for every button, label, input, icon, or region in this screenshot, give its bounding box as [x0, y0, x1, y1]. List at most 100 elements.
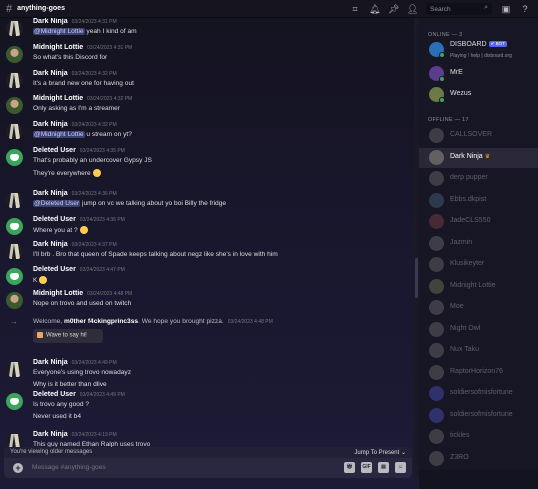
member-name: Midnight Lottie	[450, 281, 496, 289]
timestamp: 03/24/2023 4:31 PM	[71, 19, 117, 25]
avatar[interactable]	[6, 20, 23, 37]
author-label[interactable]: Dark Ninja	[33, 431, 68, 438]
member-item[interactable]: Dark Ninja ♛	[419, 147, 538, 168]
avatar[interactable]	[6, 46, 23, 63]
sticker-icon[interactable]: ▤	[378, 462, 389, 473]
member-item[interactable]: Klusikeyter	[419, 255, 538, 275]
member-avatar	[429, 235, 444, 251]
search-icon: ⌕	[484, 4, 488, 11]
author-label[interactable]: Deleted User	[33, 266, 76, 273]
help-icon[interactable]: ?	[520, 4, 530, 14]
avatar[interactable]	[6, 243, 23, 260]
author-label[interactable]: Dark Ninja	[33, 190, 68, 197]
member-item[interactable]: Ebbs.dkpist	[419, 191, 538, 211]
author-label[interactable]: Dark Ninja	[33, 241, 68, 248]
channel-name: anything-goes	[17, 5, 65, 12]
member-item[interactable]: Moe	[419, 298, 538, 318]
message-body: I'll brb . Bro that queen of Spade keeps…	[33, 251, 278, 258]
author-label[interactable]: Deleted User	[33, 216, 76, 223]
avatar[interactable]	[6, 192, 23, 209]
author-label[interactable]: Dark Ninja	[33, 18, 68, 25]
author-name[interactable]: Deleted User 03/24/2023 4:49 PM	[33, 391, 125, 398]
jump-to-present-button[interactable]: Jump To Present ⌄	[354, 449, 406, 456]
emoji-icon[interactable]: ☺	[395, 462, 406, 473]
author-name[interactable]: Dark Ninja 03/24/2023 4:19 PM	[33, 431, 117, 438]
author-label[interactable]: Midnight Lottie	[33, 290, 83, 297]
wave-button[interactable]: Wave to say hi!	[33, 329, 103, 343]
member-item[interactable]: Midnight Lottie	[419, 277, 538, 297]
message-body: That's probably an undercover Gypsy JS	[33, 157, 152, 164]
author-label[interactable]: Deleted User	[33, 391, 76, 398]
member-item[interactable]: Jazmin	[419, 234, 538, 254]
timestamp: 03/24/2023 4:36 PM	[79, 217, 125, 223]
author-name[interactable]: Midnight Lottie 03/24/2023 4:31 PM	[33, 44, 132, 51]
avatar[interactable]	[6, 149, 23, 166]
gift-icon[interactable]: 🎁︎	[344, 462, 355, 473]
avatar[interactable]	[6, 72, 23, 89]
user-mention[interactable]: @Midnight Lottie	[33, 131, 85, 138]
search-placeholder: Search	[430, 6, 451, 13]
author-name[interactable]: Midnight Lottie 03/24/2023 4:32 PM	[33, 95, 132, 102]
message-body: yeah I kind of am	[84, 28, 137, 35]
member-item[interactable]: Z3RO	[419, 449, 538, 469]
user-mention[interactable]: @Midnight Lottie	[33, 28, 85, 35]
author-label[interactable]: Deleted User	[33, 147, 76, 154]
member-avatar	[429, 386, 444, 401]
gif-button[interactable]: GIF	[361, 462, 372, 473]
member-item[interactable]: soldiersofmisfortune	[419, 406, 538, 426]
author-label[interactable]: Midnight Lottie	[33, 44, 83, 51]
member-item[interactable]: DISBOARD ✔ BOT Playing ! help | disboard.o…	[419, 40, 538, 60]
pin-icon[interactable]: 📌︎	[388, 4, 399, 14]
scroll-thumb[interactable]	[415, 258, 418, 298]
author-label[interactable]: Dark Ninja	[33, 121, 68, 128]
avatar[interactable]	[6, 292, 23, 309]
avatar[interactable]	[6, 268, 23, 285]
search-input[interactable]: Search ⌕	[426, 3, 492, 15]
avatar[interactable]	[6, 123, 23, 140]
author-name[interactable]: Dark Ninja 03/24/2023 4:32 PM	[33, 121, 117, 128]
author-label[interactable]: Dark Ninja	[33, 359, 68, 366]
author-name[interactable]: Dark Ninja 03/24/2023 4:49 PM	[33, 359, 117, 366]
author-name[interactable]: Deleted User 03/24/2023 4:36 PM	[33, 216, 125, 223]
member-item[interactable]: derp pupper	[419, 169, 538, 189]
threads-icon[interactable]: ⌗	[350, 4, 360, 14]
header-toolbar: ⌗ 🔔︎ 📌︎ 👤︎ Search ⌕ ▣ ?	[350, 3, 530, 15]
author-name[interactable]: Dark Ninja 03/24/2023 4:32 PM	[33, 70, 117, 77]
joined-user[interactable]: m0ther f4ckingprinc3ss	[64, 318, 138, 325]
member-item[interactable]: Night Owl	[419, 320, 538, 340]
avatar[interactable]	[6, 361, 23, 378]
author-name[interactable]: Midnight Lottie 03/24/2023 4:48 PM	[33, 290, 132, 297]
member-item[interactable]: Wezus	[419, 85, 538, 105]
member-name: derp pupper	[450, 174, 488, 181]
member-item[interactable]: RaptorHorizon76	[419, 363, 538, 383]
member-item[interactable]: tickles	[419, 427, 538, 447]
avatar[interactable]	[6, 97, 23, 114]
bell-icon[interactable]: 🔔︎	[369, 4, 380, 14]
author-label[interactable]: Midnight Lottie	[33, 95, 83, 102]
inbox-icon[interactable]: ▣	[501, 4, 511, 14]
author-name[interactable]: Deleted User 03/24/2023 4:47 PM	[33, 266, 125, 273]
member-item[interactable]: CALLSOVER	[419, 126, 538, 146]
message-input[interactable]: + Message #anything-goes 🎁︎ GIF ▤ ☺	[4, 458, 412, 478]
member-avatar	[429, 192, 444, 208]
member-item[interactable]: Nux Taku	[419, 341, 538, 361]
older-messages-text: You're viewing older messages	[10, 449, 93, 455]
member-name: Moe	[450, 303, 464, 310]
avatar[interactable]	[6, 218, 23, 235]
author-name[interactable]: Dark Ninja 03/24/2023 4:31 PM	[33, 18, 117, 25]
message-body: Nope on trovo and used on twitch	[33, 300, 132, 307]
attach-plus-icon[interactable]: +	[13, 463, 23, 473]
members-icon[interactable]: 👤︎	[407, 4, 418, 14]
author-label[interactable]: Dark Ninja	[33, 70, 68, 77]
author-name[interactable]: Dark Ninja 03/24/2023 4:37 PM	[33, 241, 117, 248]
member-item[interactable]: MrE	[419, 64, 538, 84]
message-body: So what's this Discord for	[33, 54, 108, 61]
avatar[interactable]	[6, 393, 23, 410]
author-name[interactable]: Deleted User 03/24/2023 4:35 PM	[33, 147, 125, 154]
timestamp: 03/24/2023 4:37 PM	[71, 242, 117, 248]
member-item[interactable]: soldiersofmisfortune	[419, 384, 538, 404]
author-name[interactable]: Dark Ninja 03/24/2023 4:36 PM	[33, 190, 117, 197]
channel-header: # anything-goes ⌗ 🔔︎ 📌︎ 👤︎ Search ⌕ ▣ ?	[0, 0, 538, 18]
user-mention[interactable]: @Deleted User	[33, 200, 81, 207]
member-item[interactable]: JadeCLS550	[419, 212, 538, 232]
